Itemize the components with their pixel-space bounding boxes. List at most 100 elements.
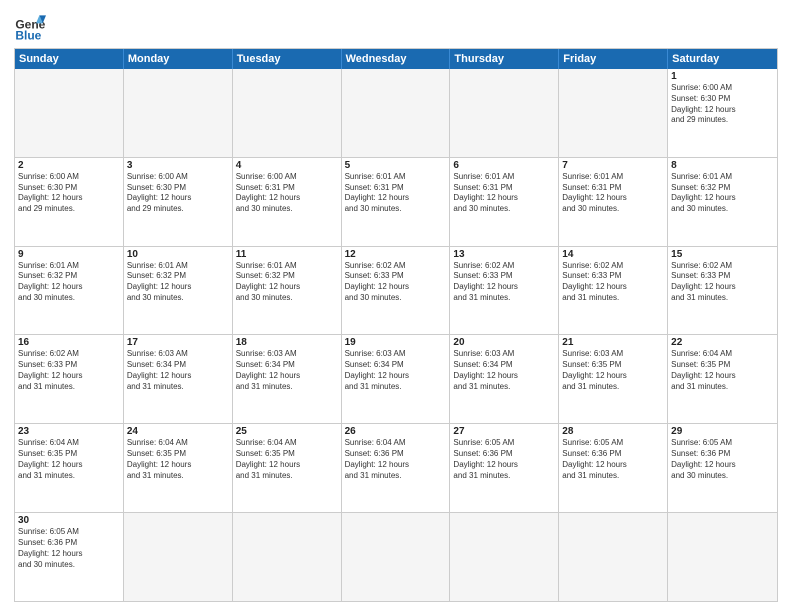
day-number: 18	[236, 337, 338, 348]
calendar-cell: 4Sunrise: 6:00 AM Sunset: 6:31 PM Daylig…	[233, 158, 342, 246]
calendar-cell: 24Sunrise: 6:04 AM Sunset: 6:35 PM Dayli…	[124, 424, 233, 512]
calendar-row: 16Sunrise: 6:02 AM Sunset: 6:33 PM Dayli…	[15, 334, 777, 423]
calendar-cell	[233, 513, 342, 601]
cal-header-saturday: Saturday	[668, 49, 777, 69]
cal-header-friday: Friday	[559, 49, 668, 69]
calendar-row: 2Sunrise: 6:00 AM Sunset: 6:30 PM Daylig…	[15, 157, 777, 246]
cell-info: Sunrise: 6:01 AM Sunset: 6:31 PM Dayligh…	[562, 172, 664, 215]
calendar-body: 1Sunrise: 6:00 AM Sunset: 6:30 PM Daylig…	[15, 69, 777, 601]
day-number: 23	[18, 426, 120, 437]
cell-info: Sunrise: 6:04 AM Sunset: 6:35 PM Dayligh…	[236, 438, 338, 481]
day-number: 14	[562, 249, 664, 260]
calendar-cell: 12Sunrise: 6:02 AM Sunset: 6:33 PM Dayli…	[342, 247, 451, 335]
cal-header-thursday: Thursday	[450, 49, 559, 69]
calendar-cell: 1Sunrise: 6:00 AM Sunset: 6:30 PM Daylig…	[668, 69, 777, 157]
cell-info: Sunrise: 6:04 AM Sunset: 6:36 PM Dayligh…	[345, 438, 447, 481]
cell-info: Sunrise: 6:00 AM Sunset: 6:30 PM Dayligh…	[127, 172, 229, 215]
cell-info: Sunrise: 6:00 AM Sunset: 6:31 PM Dayligh…	[236, 172, 338, 215]
day-number: 13	[453, 249, 555, 260]
calendar-cell: 16Sunrise: 6:02 AM Sunset: 6:33 PM Dayli…	[15, 335, 124, 423]
cal-header-wednesday: Wednesday	[342, 49, 451, 69]
calendar: SundayMondayTuesdayWednesdayThursdayFrid…	[14, 48, 778, 602]
day-number: 30	[18, 515, 120, 526]
cell-info: Sunrise: 6:02 AM Sunset: 6:33 PM Dayligh…	[18, 349, 120, 392]
cell-info: Sunrise: 6:02 AM Sunset: 6:33 PM Dayligh…	[345, 261, 447, 304]
calendar-cell: 19Sunrise: 6:03 AM Sunset: 6:34 PM Dayli…	[342, 335, 451, 423]
cell-info: Sunrise: 6:04 AM Sunset: 6:35 PM Dayligh…	[127, 438, 229, 481]
calendar-header: SundayMondayTuesdayWednesdayThursdayFrid…	[15, 49, 777, 69]
day-number: 21	[562, 337, 664, 348]
calendar-cell: 9Sunrise: 6:01 AM Sunset: 6:32 PM Daylig…	[15, 247, 124, 335]
day-number: 17	[127, 337, 229, 348]
calendar-row: 30Sunrise: 6:05 AM Sunset: 6:36 PM Dayli…	[15, 512, 777, 601]
general-blue-icon: General Blue	[14, 10, 46, 42]
day-number: 25	[236, 426, 338, 437]
day-number: 26	[345, 426, 447, 437]
calendar-cell	[450, 513, 559, 601]
calendar-cell: 11Sunrise: 6:01 AM Sunset: 6:32 PM Dayli…	[233, 247, 342, 335]
day-number: 9	[18, 249, 120, 260]
calendar-row: 23 Sunrise: 6:04 AM Sunset: 6:35 PM Dayli…	[15, 423, 777, 512]
calendar-row: 1Sunrise: 6:00 AM Sunset: 6:30 PM Daylig…	[15, 69, 777, 157]
page: General Blue SundayMondayTuesdayWednesda…	[0, 0, 792, 612]
calendar-cell	[668, 513, 777, 601]
cell-info: Sunrise: 6:01 AM Sunset: 6:32 PM Dayligh…	[127, 261, 229, 304]
calendar-cell	[124, 69, 233, 157]
calendar-cell: 18Sunrise: 6:03 AM Sunset: 6:34 PM Dayli…	[233, 335, 342, 423]
cal-header-monday: Monday	[124, 49, 233, 69]
calendar-cell	[559, 69, 668, 157]
calendar-cell	[450, 69, 559, 157]
cell-info: Sunrise: 6:00 AM Sunset: 6:30 PM Dayligh…	[18, 172, 120, 215]
cell-info: Sunrise: 6:05 AM Sunset: 6:36 PM Dayligh…	[453, 438, 555, 481]
calendar-cell: 10Sunrise: 6:01 AM Sunset: 6:32 PM Dayli…	[124, 247, 233, 335]
cell-info: Sunrise: 6:04 AM Sunset: 6:35 PM Dayligh…	[671, 349, 774, 392]
cell-info: Sunrise: 6:02 AM Sunset: 6:33 PM Dayligh…	[562, 261, 664, 304]
calendar-cell: 28Sunrise: 6:05 AM Sunset: 6:36 PM Dayli…	[559, 424, 668, 512]
cell-info: Sunrise: 6:01 AM Sunset: 6:31 PM Dayligh…	[453, 172, 555, 215]
day-number: 19	[345, 337, 447, 348]
day-number: 12	[345, 249, 447, 260]
calendar-cell: 26Sunrise: 6:04 AM Sunset: 6:36 PM Dayli…	[342, 424, 451, 512]
header: General Blue	[14, 10, 778, 42]
calendar-cell: 29Sunrise: 6:05 AM Sunset: 6:36 PM Dayli…	[668, 424, 777, 512]
calendar-cell: 27Sunrise: 6:05 AM Sunset: 6:36 PM Dayli…	[450, 424, 559, 512]
day-number: 4	[236, 160, 338, 171]
day-number: 27	[453, 426, 555, 437]
calendar-cell: 21Sunrise: 6:03 AM Sunset: 6:35 PM Dayli…	[559, 335, 668, 423]
day-number: 15	[671, 249, 774, 260]
calendar-cell: 17Sunrise: 6:03 AM Sunset: 6:34 PM Dayli…	[124, 335, 233, 423]
calendar-cell	[559, 513, 668, 601]
calendar-cell	[124, 513, 233, 601]
cell-info: Sunrise: 6:03 AM Sunset: 6:34 PM Dayligh…	[345, 349, 447, 392]
cell-info: Sunrise: 6:03 AM Sunset: 6:34 PM Dayligh…	[453, 349, 555, 392]
calendar-cell: 8Sunrise: 6:01 AM Sunset: 6:32 PM Daylig…	[668, 158, 777, 246]
cell-info: Sunrise: 6:00 AM Sunset: 6:30 PM Dayligh…	[671, 83, 774, 126]
calendar-cell: 23Sunrise: 6:04 AM Sunset: 6:35 PM Dayli…	[15, 424, 124, 512]
day-number: 8	[671, 160, 774, 171]
calendar-cell: 22Sunrise: 6:04 AM Sunset: 6:35 PM Dayli…	[668, 335, 777, 423]
calendar-cell: 20Sunrise: 6:03 AM Sunset: 6:34 PM Dayli…	[450, 335, 559, 423]
day-number: 3	[127, 160, 229, 171]
calendar-cell: 5Sunrise: 6:01 AM Sunset: 6:31 PM Daylig…	[342, 158, 451, 246]
day-number: 28	[562, 426, 664, 437]
calendar-row: 9Sunrise: 6:01 AM Sunset: 6:32 PM Daylig…	[15, 246, 777, 335]
day-number: 1	[671, 71, 774, 82]
day-number: 7	[562, 160, 664, 171]
day-number: 29	[671, 426, 774, 437]
cell-info: Sunrise: 6:05 AM Sunset: 6:36 PM Dayligh…	[18, 527, 120, 570]
calendar-cell	[15, 69, 124, 157]
day-number: 16	[18, 337, 120, 348]
calendar-cell	[342, 69, 451, 157]
cell-info: Sunrise: 6:03 AM Sunset: 6:34 PM Dayligh…	[127, 349, 229, 392]
calendar-cell: 6Sunrise: 6:01 AM Sunset: 6:31 PM Daylig…	[450, 158, 559, 246]
calendar-cell: 2Sunrise: 6:00 AM Sunset: 6:30 PM Daylig…	[15, 158, 124, 246]
day-number: 5	[345, 160, 447, 171]
calendar-cell: 14Sunrise: 6:02 AM Sunset: 6:33 PM Dayli…	[559, 247, 668, 335]
cell-info: Sunrise: 6:01 AM Sunset: 6:32 PM Dayligh…	[18, 261, 120, 304]
calendar-cell: 25Sunrise: 6:04 AM Sunset: 6:35 PM Dayli…	[233, 424, 342, 512]
cell-info: Sunrise: 6:03 AM Sunset: 6:34 PM Dayligh…	[236, 349, 338, 392]
cell-info: Sunrise: 6:05 AM Sunset: 6:36 PM Dayligh…	[671, 438, 774, 481]
cell-info: Sunrise: 6:01 AM Sunset: 6:31 PM Dayligh…	[345, 172, 447, 215]
logo: General Blue	[14, 10, 46, 42]
day-number: 20	[453, 337, 555, 348]
